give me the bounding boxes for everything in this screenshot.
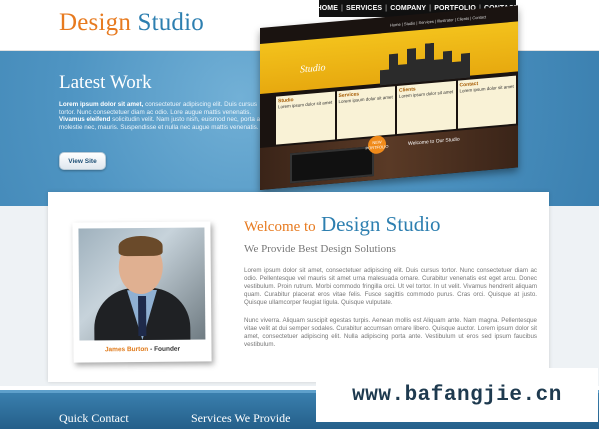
body-paragraph-2: Nunc viverra. Aliquam suscipit egestas t… (244, 317, 537, 349)
welcome-prefix: Welcome to (244, 219, 316, 235)
founder-name: James Burton (104, 345, 149, 354)
view-site-button[interactable]: View Site (59, 152, 106, 170)
hero-text-bold-1: Lorem ipsum dolor sit amet, (59, 101, 144, 108)
preview-col-studio: Studio Lorem ipsum dolor sit amet (276, 91, 335, 145)
welcome-subheading: We Provide Best Design Solutions (244, 243, 396, 255)
nav-company[interactable]: COMPANY (390, 5, 426, 12)
founder-photo-card: James Burton - Founder (72, 221, 212, 363)
portfolio-preview-image[interactable]: Home | Studio | Services | Illustrator |… (260, 5, 518, 191)
nav-home[interactable]: HOME (317, 5, 338, 12)
founder-caption: James Burton - Founder (73, 345, 211, 354)
logo-word-studio: Studio (137, 9, 204, 36)
logo-word-design: Design (59, 9, 132, 36)
welcome-heading: Welcome to Design Studio (244, 212, 441, 237)
preview-col-clients: Clients Lorem ipsum dolor sit amet (397, 80, 456, 135)
body-paragraph-1: Lorem ipsum dolor sit amet, consectetuer… (244, 267, 537, 307)
hero-text-bold-2: Vivamus eleifend (59, 116, 111, 124)
hero-text: Lorem ipsum dolor sit amet, consectetuer… (59, 101, 264, 131)
footer-quick-contact: Quick Contact (59, 411, 129, 425)
site-logo[interactable]: Design Studio (59, 9, 204, 37)
preview-col-services: Services Lorem ipsum dolor sit amet (336, 86, 395, 140)
preview-city-skyline (380, 40, 470, 86)
founder-role: - Founder (148, 345, 181, 353)
footer-services: Services We Provide (191, 411, 291, 425)
nav-services[interactable]: SERVICES (346, 5, 382, 12)
welcome-name: Design Studio (320, 212, 441, 236)
content-panel: James Burton - Founder Welcome to Design… (0, 192, 599, 386)
preview-col-contact: Contact Lorem ipsum dolor sit amet (457, 75, 516, 129)
preview-logo: Studio (300, 62, 326, 76)
hero-title: Latest Work (59, 72, 152, 93)
watermark: www.bafangjie.cn (316, 368, 598, 422)
founder-photo (78, 227, 206, 341)
